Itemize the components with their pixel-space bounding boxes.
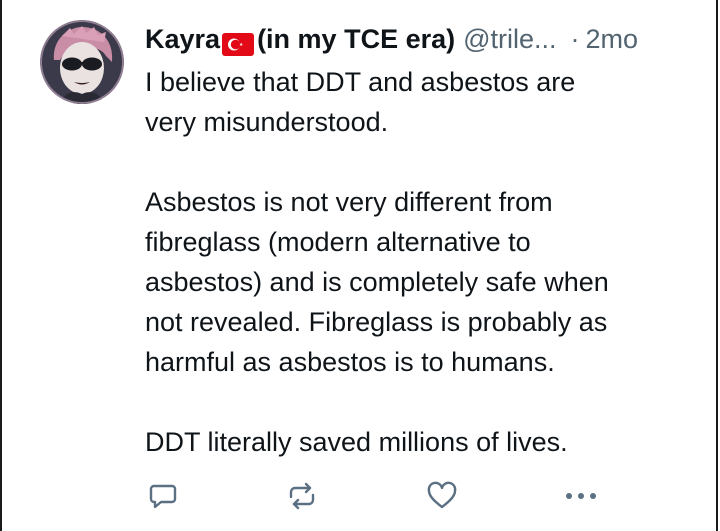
paragraph: DDT literally saved millions of lives. <box>145 422 705 462</box>
heart-icon <box>427 481 457 509</box>
timestamp[interactable]: 2mo <box>586 20 639 58</box>
text-line: fibreglass (modern alternative to <box>145 227 531 257</box>
avatar-image <box>40 20 124 104</box>
more-options-button[interactable] <box>563 478 599 514</box>
text-line: harmful as asbestos is to humans. <box>145 347 555 377</box>
retweet-icon <box>289 482 315 510</box>
reply-icon <box>149 484 177 509</box>
text-line: DDT literally saved millions of lives. <box>145 427 568 457</box>
text-line: not revealed. Fibreglass is probably as <box>145 307 608 337</box>
paragraph: Asbestos is not very different from fibr… <box>145 182 705 382</box>
tweet-header: Kayra (in my TCE era) @trile... · 2mo <box>145 20 705 58</box>
text-line: I believe that DDT and asbestos are <box>145 67 576 97</box>
tweet-text: I believe that DDT and asbestos are very… <box>145 62 705 462</box>
action-bar <box>145 478 615 514</box>
display-name[interactable]: Kayra <box>145 20 220 58</box>
user-handle[interactable]: @trile... <box>463 20 556 58</box>
paragraph: I believe that DDT and asbestos are very… <box>145 62 705 142</box>
turkey-flag-icon <box>222 28 255 56</box>
like-button[interactable] <box>424 478 460 514</box>
separator-dot: · <box>570 24 580 54</box>
text-line: very misunderstood. <box>145 107 389 137</box>
retweet-button[interactable] <box>284 478 320 514</box>
text-line: Asbestos is not very different from <box>145 187 553 217</box>
avatar[interactable] <box>40 20 124 104</box>
more-options-icon <box>566 493 596 499</box>
reply-button[interactable] <box>145 478 181 514</box>
text-line: asbestos) and is completely safe when <box>145 267 609 297</box>
tweet-card: Kayra (in my TCE era) @trile... · 2mo I … <box>0 0 718 531</box>
display-name-suffix[interactable]: (in my TCE era) <box>257 20 455 58</box>
